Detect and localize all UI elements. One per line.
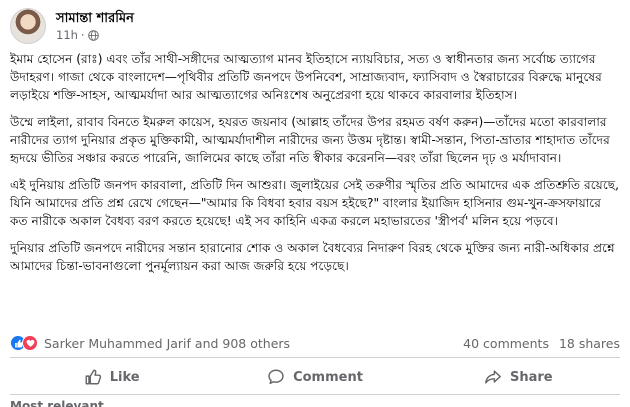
post-header: সামান্তা শারমিন 11h · bbox=[10, 8, 134, 44]
post-actions: Like Comment Share bbox=[10, 362, 620, 392]
globe-icon bbox=[87, 29, 99, 41]
engagement-counts: 40 comments 18 shares bbox=[463, 336, 620, 351]
divider bbox=[10, 394, 620, 395]
author-block: সামান্তা শারমিন 11h · bbox=[56, 10, 134, 43]
share-label: Share bbox=[510, 369, 553, 385]
reactions-summary: Sarker Muhammed Jarif and 908 others 40 … bbox=[10, 334, 620, 352]
reaction-names[interactable]: Sarker Muhammed Jarif and 908 others bbox=[44, 336, 290, 351]
post-paragraph: উম্মে লাইলা, রাবাব বিনতে ইমরুল কায়েস, হ… bbox=[10, 115, 610, 165]
reaction-icons[interactable] bbox=[10, 335, 38, 351]
shares-count[interactable]: 18 shares bbox=[559, 336, 620, 351]
comments-count[interactable]: 40 comments bbox=[463, 336, 549, 351]
love-reaction-icon bbox=[22, 335, 38, 351]
divider bbox=[10, 357, 620, 358]
meta-separator: · bbox=[80, 27, 85, 42]
thumbs-up-icon bbox=[85, 369, 101, 385]
comment-button[interactable]: Comment bbox=[213, 362, 416, 392]
avatar[interactable] bbox=[10, 8, 46, 44]
post-body: ইমাম হোসেন (রাঃ) এবং তাঁর সাথী-সঙ্গীদের … bbox=[10, 50, 622, 284]
comments-filter[interactable]: Most relevant bbox=[10, 399, 104, 407]
like-button[interactable]: Like bbox=[10, 362, 213, 392]
like-label: Like bbox=[109, 369, 140, 385]
comment-icon bbox=[268, 369, 284, 385]
post-paragraph: এই দুনিয়ায় প্রতিটি জনপদ কারবালা, প্রতি… bbox=[10, 178, 619, 228]
share-icon bbox=[485, 370, 501, 384]
post-paragraph: দুনিয়ার প্রতিটি জনপদে নারীদের সন্তান হা… bbox=[10, 241, 615, 273]
share-button[interactable]: Share bbox=[417, 362, 620, 392]
post-meta: 11h · bbox=[56, 28, 134, 43]
post-paragraph: ইমাম হোসেন (রাঃ) এবং তাঁর সাথী-সঙ্গীদের … bbox=[10, 52, 602, 102]
comment-label: Comment bbox=[293, 369, 363, 385]
post-time[interactable]: 11h bbox=[56, 28, 78, 43]
author-name[interactable]: সামান্তা শারমিন bbox=[56, 10, 134, 27]
